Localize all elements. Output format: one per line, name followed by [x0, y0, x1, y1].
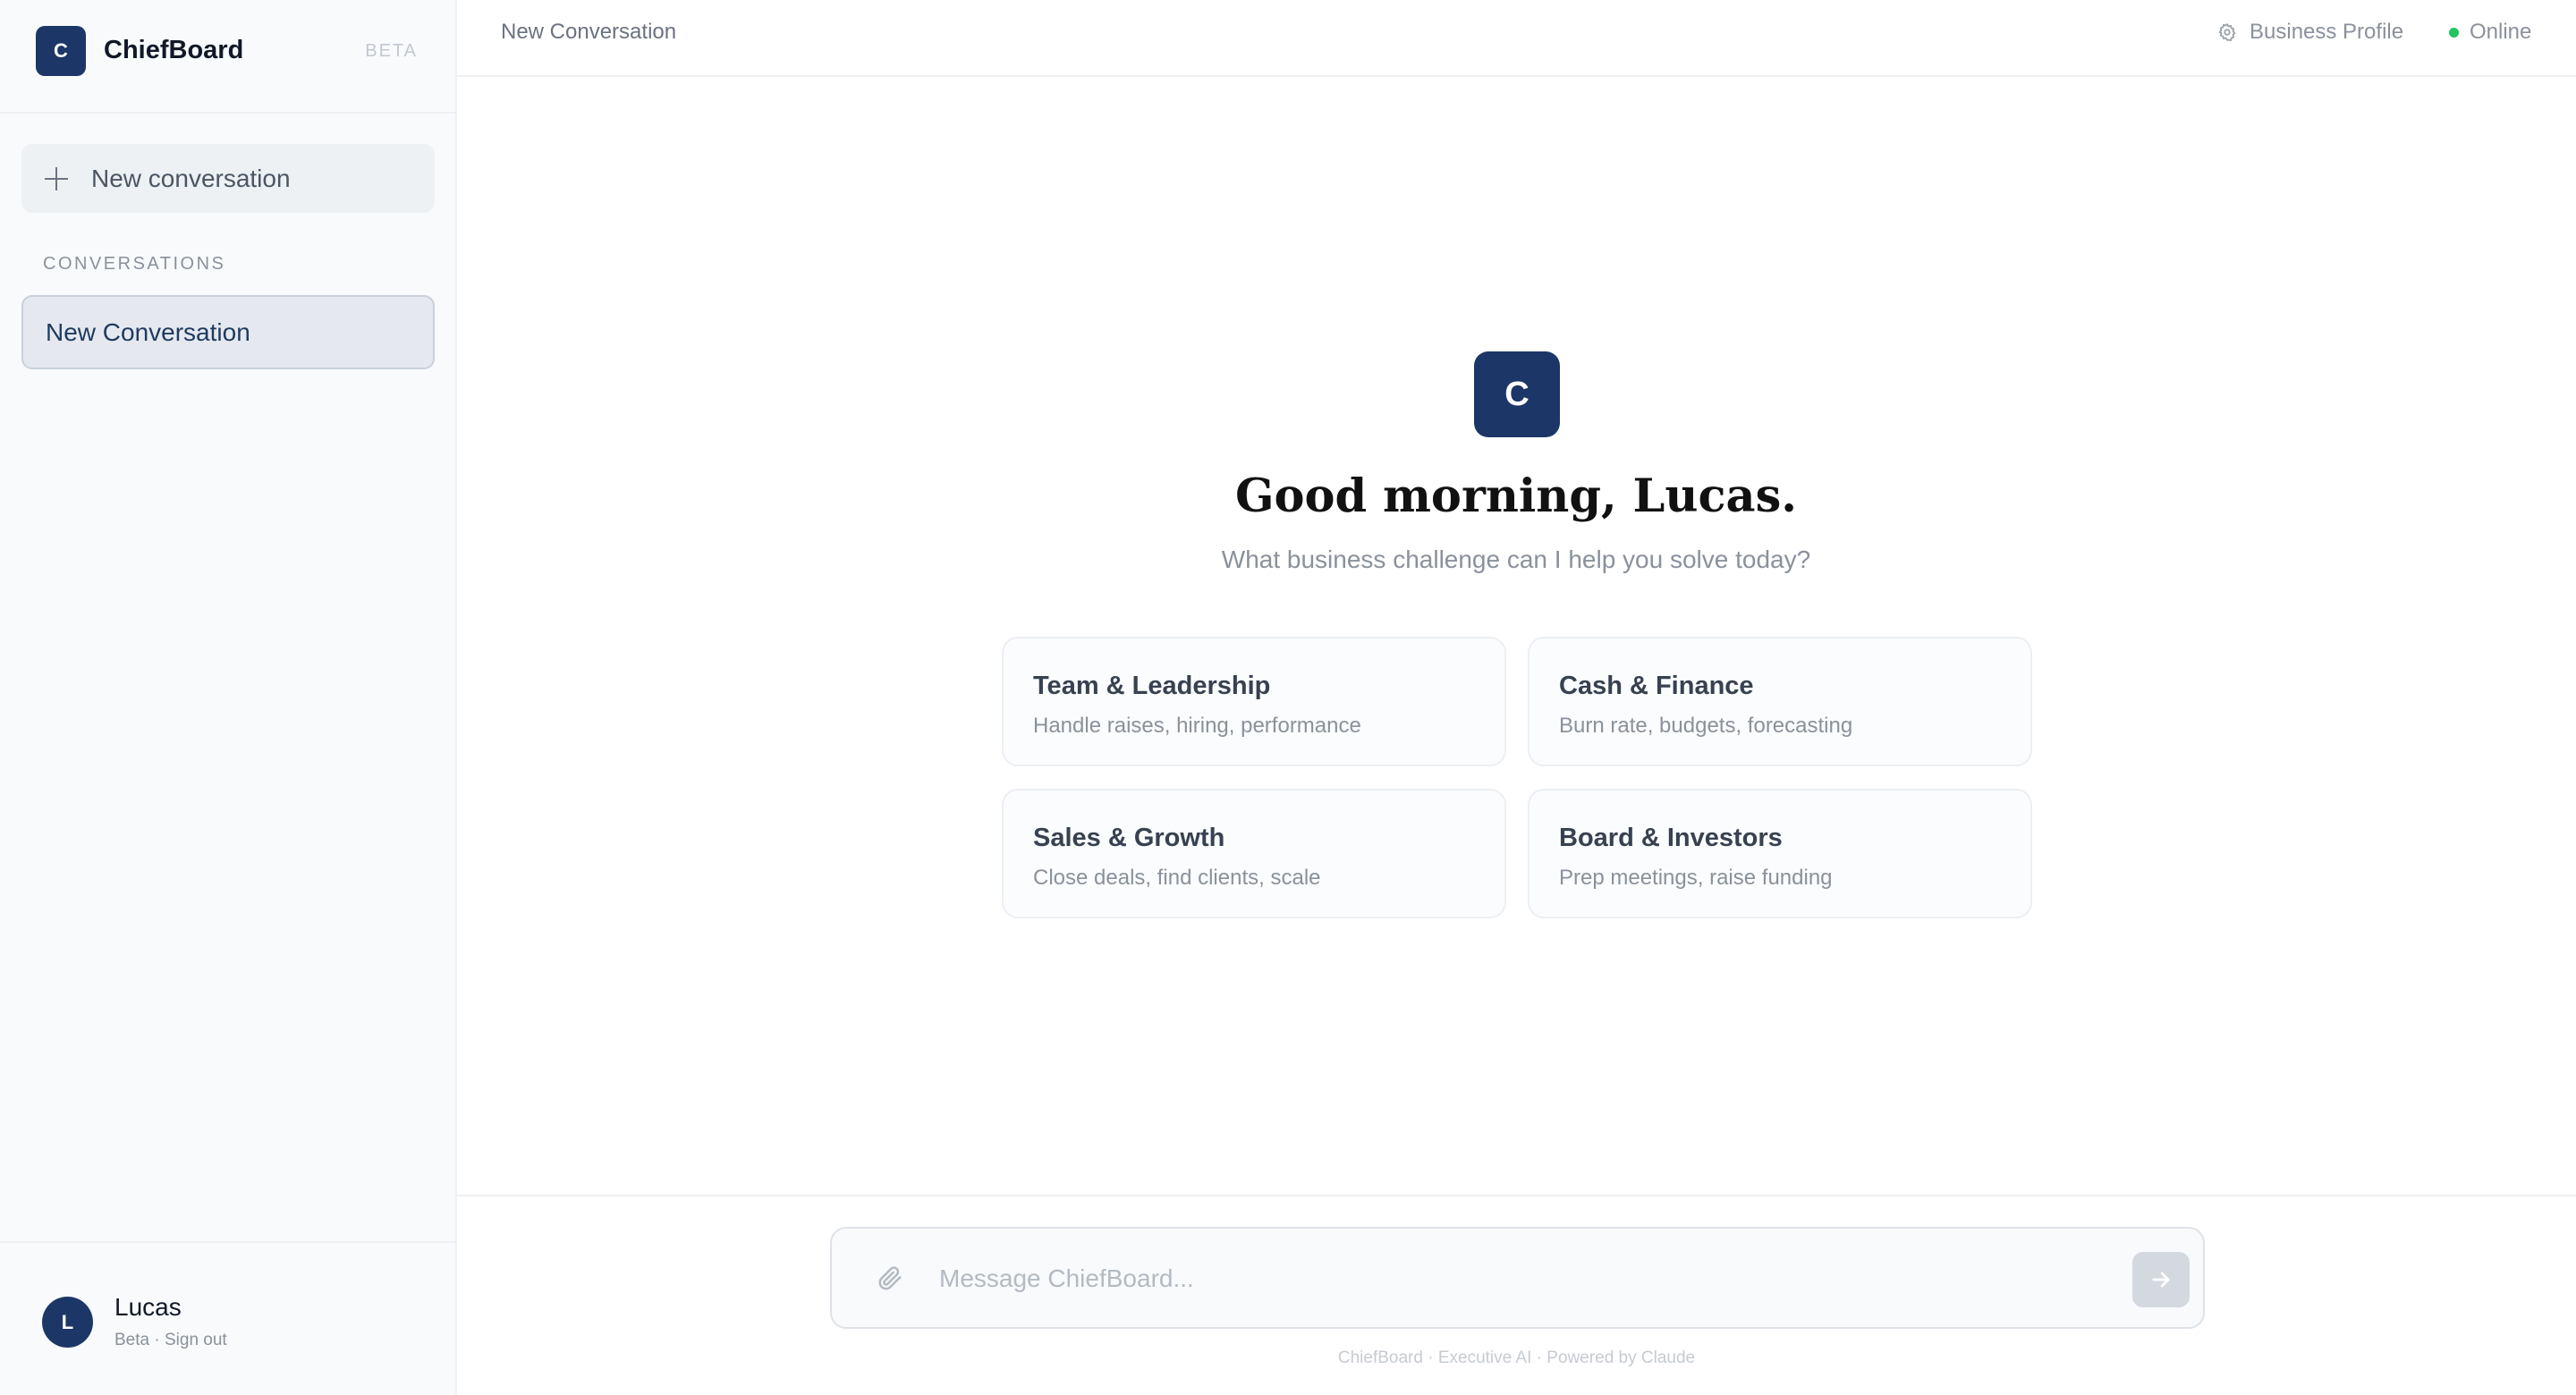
online-status: Online	[2449, 20, 2531, 45]
card-description: Close deals, find clients, scale	[1033, 866, 1321, 890]
arrow-right-icon	[2152, 1272, 2170, 1288]
new-conversation-button[interactable]: New conversation	[21, 144, 435, 213]
app-logo[interactable]: C	[36, 26, 86, 76]
greeting-heading: Good morning, Lucas.	[1234, 469, 1798, 523]
gear-icon	[2218, 22, 2236, 42]
business-profile-button[interactable]: Business Profile	[2217, 20, 2403, 45]
user-plan: Beta	[114, 1331, 150, 1349]
suggestion-card-team-leadership[interactable]: Team & Leadership Handle raises, hiring,…	[1002, 637, 1506, 766]
status-dot	[2449, 27, 2459, 38]
sidebar: C ChiefBoard BETA New conversation CONVE…	[0, 0, 457, 1395]
card-title: Cash & Finance	[1559, 672, 1754, 700]
card-description: Burn rate, budgets, forecasting	[1559, 714, 1853, 738]
new-conversation-label: New conversation	[91, 164, 291, 192]
greeting-subtitle: What business challenge can I help you s…	[1221, 545, 1811, 573]
plus-icon	[45, 166, 68, 190]
card-description: Prep meetings, raise funding	[1559, 866, 1833, 890]
message-input[interactable]	[939, 1256, 2066, 1302]
conversation-title: New Conversation	[501, 20, 677, 44]
beta-badge: BETA	[365, 41, 418, 61]
sidebar-header: C ChiefBoard BETA	[0, 0, 455, 114]
card-title: Team & Leadership	[1033, 672, 1271, 700]
footer-note: ChiefBoard · Executive AI · Powered by C…	[1337, 1348, 1696, 1367]
avatar[interactable]: L	[42, 1297, 93, 1348]
user-name: Lucas	[114, 1293, 182, 1321]
business-profile-label: Business Profile	[2250, 20, 2404, 44]
suggestion-card-sales-growth[interactable]: Sales & Growth Close deals, find clients…	[1002, 789, 1506, 918]
card-title: Board & Investors	[1559, 824, 1783, 852]
composer-area: ChiefBoard · Executive AI · Powered by C…	[457, 1195, 2576, 1395]
card-title: Sales & Growth	[1033, 824, 1225, 852]
sign-out-link[interactable]: Sign out	[165, 1331, 227, 1349]
meta-separator: ·	[149, 1331, 165, 1349]
paperclip-icon[interactable]	[877, 1264, 903, 1291]
send-button[interactable]	[2132, 1252, 2190, 1307]
status-label: Online	[2470, 20, 2532, 44]
conversation-item-label: New Conversation	[46, 317, 250, 346]
card-description: Handle raises, hiring, performance	[1033, 714, 1361, 738]
suggestion-card-board-investors[interactable]: Board & Investors Prep meetings, raise f…	[1528, 789, 2032, 918]
conversation-item[interactable]: New Conversation	[21, 295, 435, 369]
user-panel: L Lucas Beta · Sign out	[0, 1241, 455, 1395]
top-bar: New Conversation Business Profile Online	[457, 0, 2576, 77]
message-composer	[830, 1227, 2205, 1329]
app-name: ChiefBoard	[104, 36, 244, 64]
hero-logo: C	[1474, 351, 1560, 437]
conversations-section-label: CONVERSATIONS	[43, 254, 226, 274]
user-meta: Beta · Sign out	[114, 1331, 227, 1350]
suggestion-card-cash-finance[interactable]: Cash & Finance Burn rate, budgets, forec…	[1528, 637, 2032, 766]
